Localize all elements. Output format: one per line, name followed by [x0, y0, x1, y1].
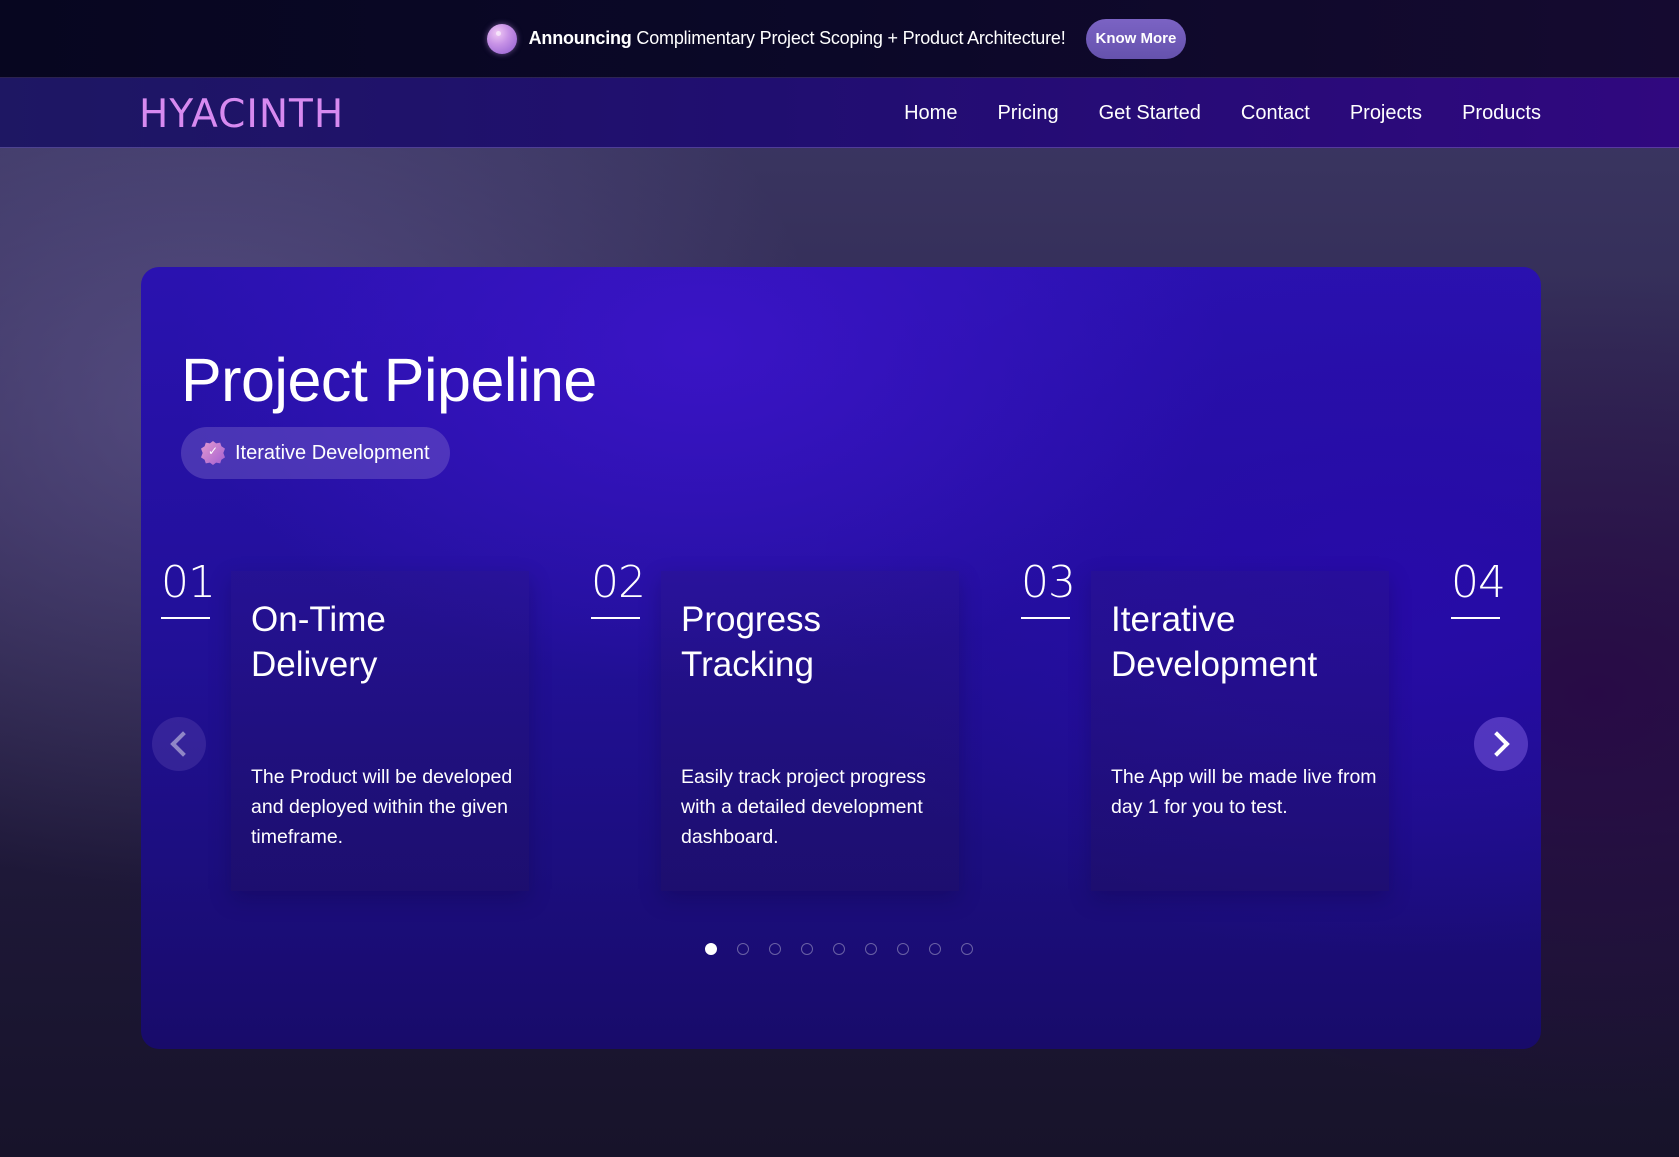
- carousel-dot[interactable]: [897, 943, 909, 955]
- pipeline-card: 02 Progress Tracking Easily track project…: [571, 557, 1001, 897]
- carousel-dot[interactable]: [737, 943, 749, 955]
- nav-link-projects[interactable]: Projects: [1350, 102, 1422, 125]
- card-number: 03: [1021, 557, 1076, 608]
- card-number: 01: [161, 557, 216, 608]
- nav-links: Home Pricing Get Started Contact Project…: [904, 78, 1541, 148]
- carousel-dot[interactable]: [833, 943, 845, 955]
- know-more-button[interactable]: Know More: [1085, 18, 1187, 59]
- carousel-dot[interactable]: [865, 943, 877, 955]
- chevron-left-icon: [170, 731, 196, 757]
- chevron-right-icon: [1484, 731, 1510, 757]
- carousel-next-button[interactable]: [1474, 717, 1528, 771]
- carousel-prev-button[interactable]: [152, 717, 206, 771]
- card-title: On-Time Delivery: [251, 600, 386, 684]
- card-number-underline: [1021, 617, 1070, 619]
- announcement-text: Announcing Complimentary Project Scoping…: [528, 28, 1066, 48]
- carousel-dot[interactable]: [801, 943, 813, 955]
- carousel-track: 01 On-Time Delivery The Product will be d…: [141, 267, 1541, 1049]
- card-number-underline: [1451, 617, 1500, 619]
- pipeline-card: 03 Iterative Development The App will be …: [1001, 557, 1431, 897]
- card-number-underline: [591, 617, 640, 619]
- card-description: The App will be made live from day 1 for…: [1111, 766, 1377, 818]
- card-number-underline: [161, 617, 210, 619]
- nav-link-get-started[interactable]: Get Started: [1099, 102, 1201, 125]
- nav-link-products[interactable]: Products: [1462, 102, 1541, 125]
- pipeline-card: 01 On-Time Delivery The Product will be d…: [141, 557, 571, 897]
- nav-link-contact[interactable]: Contact: [1241, 102, 1310, 125]
- carousel-pagination: [705, 943, 973, 955]
- carousel-dot[interactable]: [929, 943, 941, 955]
- card-number: 02: [591, 557, 646, 608]
- carousel-dot[interactable]: [769, 943, 781, 955]
- carousel-dot[interactable]: [961, 943, 973, 955]
- logo[interactable]: HYACINTH: [139, 92, 344, 137]
- card-description: Easily track project progress with a det…: [681, 766, 926, 848]
- announcement-bar: Announcing Complimentary Project Scoping…: [0, 0, 1679, 78]
- project-pipeline-panel: Project Pipeline Iterative Development 0…: [141, 267, 1541, 1049]
- nav-link-pricing[interactable]: Pricing: [997, 102, 1058, 125]
- moon-icon: [486, 23, 517, 54]
- card-description: The Product will be developed and deploy…: [251, 766, 513, 848]
- nav-link-home[interactable]: Home: [904, 102, 957, 125]
- card-number: 04: [1451, 557, 1506, 608]
- card-title: Progress Tracking: [681, 600, 822, 684]
- card-title: Iterative Development: [1111, 600, 1318, 684]
- main-nav: HYACINTH Home Pricing Get Started Contac…: [0, 78, 1679, 148]
- carousel-dot[interactable]: [705, 943, 717, 955]
